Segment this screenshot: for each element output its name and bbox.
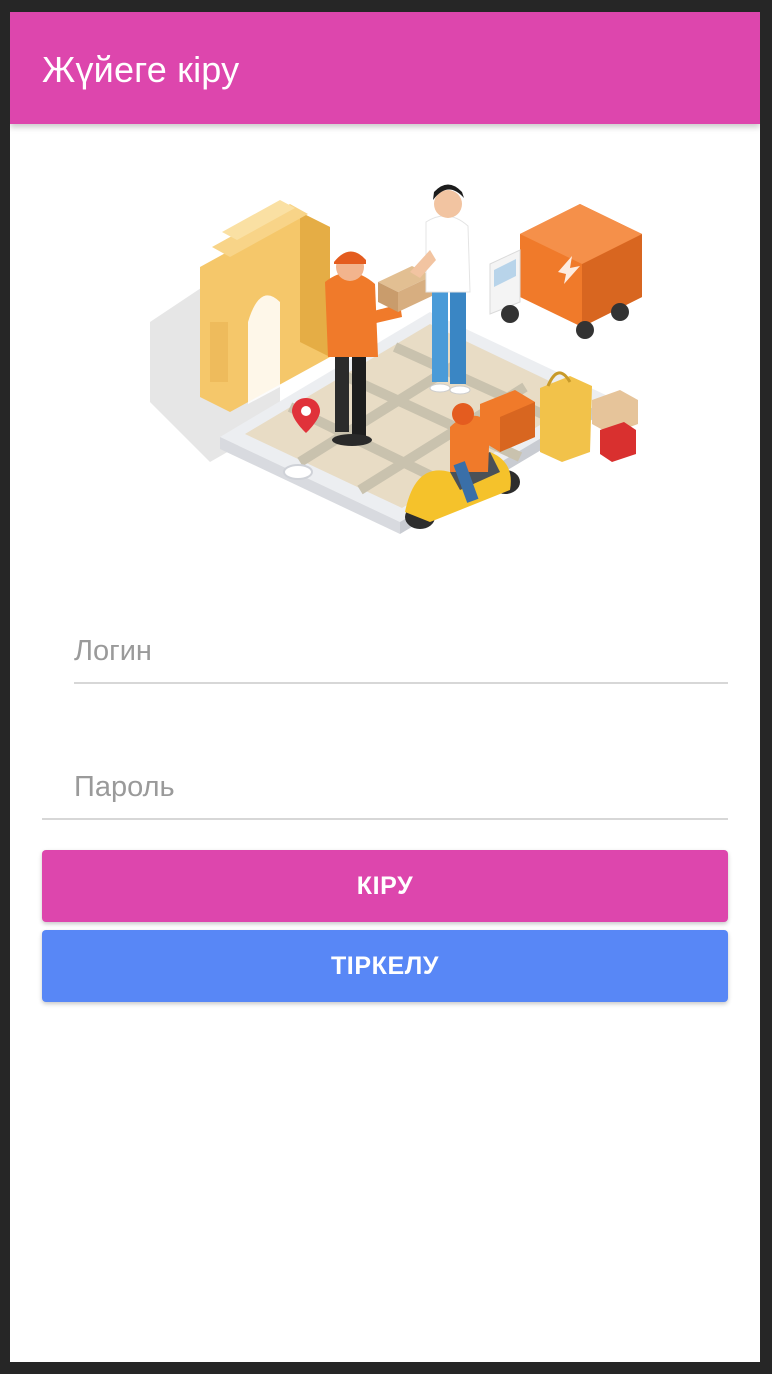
password-input[interactable] [42,758,728,816]
app-bar: Жүйеге кіру [10,12,760,124]
password-field[interactable] [42,758,728,820]
register-button[interactable]: ТІРКЕЛУ [42,930,728,1002]
login-input[interactable] [74,622,728,680]
page-title: Жүйеге кіру [42,49,240,90]
login-field[interactable] [74,622,728,684]
login-button[interactable]: КІРУ [42,850,728,922]
app-screen: Жүйеге кіру Логин КІРУ ТІРКЕЛУ [10,12,760,1362]
delivery-illustration [150,184,642,534]
device-frame: Жүйеге кіру Логин КІРУ ТІРКЕЛУ [0,0,772,1374]
